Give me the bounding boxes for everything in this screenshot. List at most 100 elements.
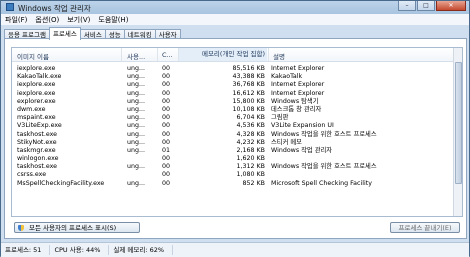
- column-header-user[interactable]: 사용...: [127, 51, 145, 61]
- maximize-button[interactable]: □: [417, 1, 435, 11]
- task-manager-app-icon: [6, 3, 14, 11]
- process-cpu: 00: [162, 89, 171, 97]
- menu-help[interactable]: 도움말(H): [94, 15, 132, 25]
- process-user-name: ung...: [127, 114, 145, 122]
- process-image-name: StikyNot.exe: [17, 138, 57, 146]
- process-row[interactable]: iexplore.exe ung... 00 36,768 KB Internet Ex…: [12, 81, 462, 89]
- process-cpu: 00: [162, 171, 171, 179]
- process-cpu: 00: [162, 114, 171, 122]
- column-divider[interactable]: [157, 48, 158, 61]
- process-image-name: dwm.exe: [17, 105, 46, 113]
- process-user-name: ung...: [127, 89, 145, 97]
- process-row[interactable]: csrss.exe 00 1,080 KB: [12, 171, 462, 179]
- end-process-button[interactable]: 프로세스 끝내기(E): [390, 222, 460, 233]
- process-image-name: csrss.exe: [17, 171, 47, 179]
- process-user-name: ung...: [127, 97, 145, 105]
- process-memory: 4,536 KB: [236, 122, 265, 130]
- process-memory: 6,704 KB: [236, 114, 265, 122]
- process-user-name: ung...: [127, 81, 145, 89]
- process-description: V3Lite Expansion UI: [271, 122, 334, 130]
- process-user-name: ung...: [127, 73, 145, 81]
- process-image-name: taskhost.exe: [17, 163, 58, 171]
- process-description: Windows 탐색기: [271, 97, 319, 105]
- window-controls: – □ ✕: [398, 1, 466, 12]
- process-user-name: ung...: [127, 179, 145, 187]
- status-physical-memory: 실제 메모리: 62%: [109, 245, 174, 255]
- process-user-name: ung...: [127, 163, 145, 171]
- process-row[interactable]: dwm.exe ung... 00 10,108 KB 데스크톱 창 관리자: [12, 106, 462, 114]
- process-row[interactable]: taskmgr.exe ung... 01 2,168 KB Windows 작업 관리…: [12, 147, 462, 155]
- process-row[interactable]: iexplore.exe ung... 00 85,516 KB Internet Ex…: [12, 65, 462, 73]
- process-description: Windows 작업을 위한 호스트 프로세스: [271, 163, 377, 171]
- process-memory: 43,388 KB: [232, 73, 265, 81]
- show-all-users-processes-button[interactable]: 모든 사용자의 프로세스 표시(S): [14, 222, 140, 233]
- process-memory: 15,800 KB: [232, 97, 265, 105]
- process-description: Internet Explorer: [271, 81, 325, 89]
- process-cpu: 00: [162, 122, 171, 130]
- process-description: Internet Explorer: [271, 65, 325, 72]
- process-row[interactable]: KakaoTalk.exe ung... 00 43,388 KB KakaoTalk: [12, 73, 462, 81]
- column-header-memory[interactable]: 메모리(개인 작업 집합): [179, 48, 267, 61]
- process-image-name: V3LiteExp.exe: [17, 122, 62, 130]
- process-row[interactable]: mspaint.exe ung... 00 6,704 KB 그림판: [12, 114, 462, 122]
- column-header-image-name[interactable]: 이미지 이름: [17, 51, 49, 61]
- process-row[interactable]: taskhost.exe ung... 00 1,312 KB Windows 작업을 …: [12, 163, 462, 171]
- title-bar[interactable]: Windows 작업 관리자 – □ ✕: [1, 1, 469, 14]
- process-user-name: ung...: [127, 105, 145, 113]
- column-divider[interactable]: [121, 48, 122, 61]
- process-row[interactable]: StikyNot.exe ung... 00 4,232 KB 스티커 메모: [12, 139, 462, 147]
- window-title: Windows 작업 관리자: [18, 4, 91, 13]
- process-row[interactable]: MsSpellCheckingFacility.exe ung... 00 852 K…: [12, 180, 462, 188]
- process-user-name: ung...: [127, 146, 145, 154]
- close-button[interactable]: ✕: [436, 1, 466, 11]
- process-memory: 4,328 KB: [236, 130, 265, 138]
- tab-processes[interactable]: 프로세스: [48, 27, 81, 40]
- processes-panel: 이미지 이름 사용... C... 메모리(개인 작업 집합) 설명 iexpl…: [4, 38, 467, 239]
- process-memory: 1,312 KB: [236, 163, 265, 171]
- status-process-count: 프로세스: 51: [1, 245, 51, 255]
- process-memory: 36,768 KB: [232, 81, 265, 89]
- process-user-name: ung...: [127, 130, 145, 138]
- process-description: Windows 작업 관리자: [271, 146, 333, 154]
- process-list[interactable]: 이미지 이름 사용... C... 메모리(개인 작업 집합) 설명 iexpl…: [11, 47, 463, 217]
- column-header-cpu[interactable]: C...: [162, 51, 173, 59]
- task-manager-window: Windows 작업 관리자 – □ ✕ 파일(F) 옵션(O) 보기(V) 도…: [0, 0, 470, 257]
- column-header-description[interactable]: 설명: [273, 51, 285, 61]
- process-cpu: 00: [162, 105, 171, 113]
- process-row[interactable]: V3LiteExp.exe ung... 00 4,536 KB V3Lite Expa…: [12, 122, 462, 130]
- process-cpu: 00: [162, 179, 171, 187]
- vertical-scrollbar[interactable]: [453, 48, 462, 216]
- process-image-name: KakaoTalk.exe: [17, 73, 62, 81]
- process-image-name: winlogon.exe: [17, 155, 59, 163]
- process-cpu: 00: [162, 130, 171, 138]
- process-list-header: 이미지 이름 사용... C... 메모리(개인 작업 집합) 설명: [12, 48, 462, 62]
- process-image-name: taskmgr.exe: [17, 146, 56, 154]
- process-image-name: MsSpellCheckingFacility.exe: [17, 179, 105, 187]
- menu-bar: 파일(F) 옵션(O) 보기(V) 도움말(H): [1, 14, 469, 25]
- process-rows: iexplore.exe ung... 00 85,516 KB Internet Ex…: [12, 65, 462, 188]
- process-row[interactable]: taskhost.exe ung... 00 4,328 KB Windows 작업을 …: [12, 131, 462, 139]
- minimize-button[interactable]: –: [398, 1, 416, 11]
- column-divider[interactable]: [268, 48, 269, 61]
- process-memory: 10,108 KB: [232, 105, 265, 113]
- process-user-name: ung...: [127, 65, 145, 72]
- menu-options[interactable]: 옵션(O): [31, 15, 63, 25]
- process-image-name: iexplore.exe: [17, 89, 56, 97]
- process-row[interactable]: winlogon.exe 00 1,620 KB: [12, 155, 462, 163]
- process-cpu: 00: [162, 163, 171, 171]
- process-row[interactable]: explorer.exe ung... 00 15,800 KB Windows 탐색기: [12, 98, 462, 106]
- process-cpu: 01: [162, 146, 171, 154]
- process-image-name: taskhost.exe: [17, 130, 58, 138]
- process-image-name: explorer.exe: [17, 97, 56, 105]
- process-memory: 85,516 KB: [232, 65, 265, 72]
- process-row[interactable]: iexplore.exe ung... 00 16,612 KB Internet Ex…: [12, 90, 462, 98]
- process-memory: 16,612 KB: [232, 89, 265, 97]
- menu-file[interactable]: 파일(F): [1, 15, 31, 25]
- menu-view[interactable]: 보기(V): [63, 15, 94, 25]
- uac-shield-icon: [18, 225, 24, 231]
- process-description: 스티커 메모: [271, 138, 302, 146]
- status-cpu-usage: CPU 사용: 44%: [50, 245, 110, 255]
- process-memory: 852 KB: [242, 179, 265, 187]
- scrollbar-thumb[interactable]: [455, 62, 462, 184]
- process-cpu: 00: [162, 73, 171, 81]
